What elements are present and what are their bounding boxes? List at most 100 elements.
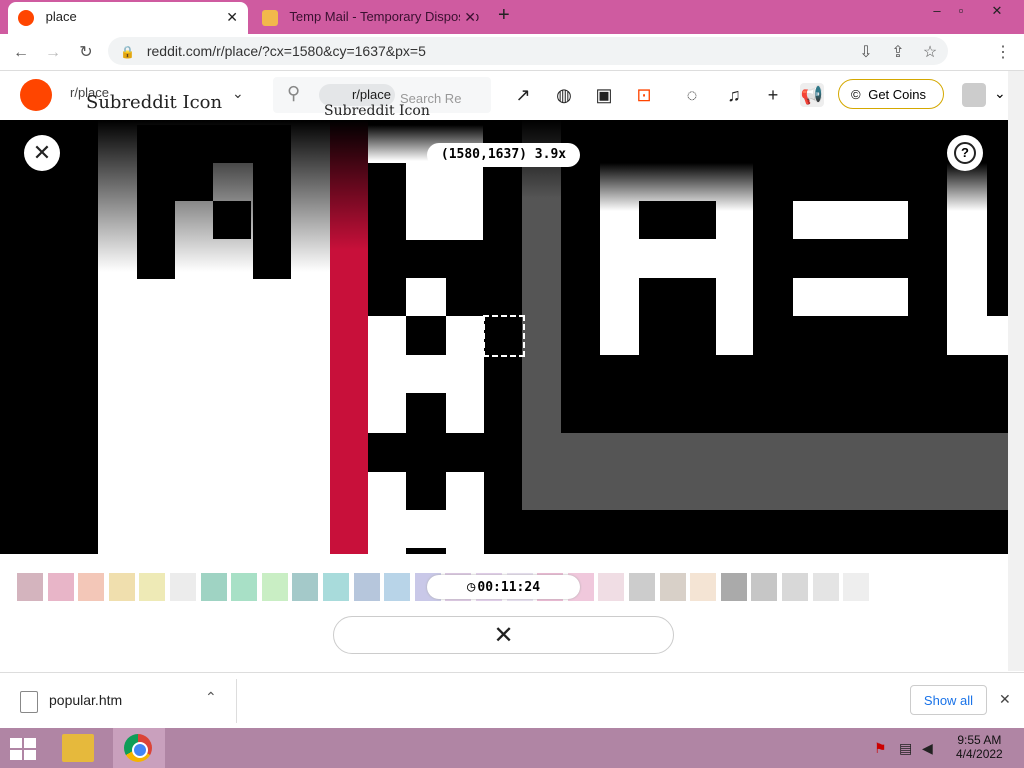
pixel-region — [213, 201, 251, 239]
forward-icon[interactable]: → — [42, 42, 64, 64]
color-swatch[interactable] — [353, 573, 380, 601]
reload-icon[interactable]: ↻ — [75, 42, 97, 64]
chevron-down-icon[interactable]: ⌄ — [232, 85, 244, 102]
advertise-icon[interactable]: 📢 — [800, 83, 824, 107]
file-icon — [20, 691, 38, 713]
color-swatch[interactable] — [690, 573, 717, 601]
bookmark-star-icon[interactable]: ☆ — [919, 42, 941, 64]
color-swatch[interactable] — [659, 573, 686, 601]
chevron-down-icon[interactable]: ⌄ — [994, 85, 1006, 102]
popular-icon[interactable]: ↗ — [511, 83, 535, 107]
close-icon[interactable]: ✕ — [24, 135, 60, 171]
chevron-up-icon[interactable]: ⌃ — [205, 689, 217, 706]
color-swatch[interactable] — [629, 573, 655, 601]
close-icon[interactable]: ✕ — [226, 2, 238, 32]
help-icon: ? — [954, 142, 976, 164]
color-palette: ◷ 00:11:24 ✕ — [0, 556, 1008, 671]
pixel-region — [175, 163, 213, 201]
reddit-logo[interactable] — [20, 79, 52, 111]
chat-icon[interactable]: ◌ — [680, 83, 704, 107]
flag-icon[interactable]: ⚑ — [874, 740, 887, 757]
pixel-region — [639, 201, 716, 239]
tab-place[interactable]: place ✕ — [8, 2, 248, 34]
search-chip-alt-text: Subreddit Icon — [324, 103, 430, 119]
color-swatch[interactable] — [231, 573, 258, 601]
clock[interactable]: 9:55 AM 4/4/2022 — [956, 733, 1003, 761]
time-text: 9:55 AM — [957, 733, 1002, 747]
chrome-taskbar-button[interactable] — [113, 728, 165, 768]
menu-icon[interactable]: ⋮ — [992, 42, 1014, 64]
show-all-button[interactable]: Show all — [910, 685, 987, 715]
notifications-icon[interactable]: ♫ — [722, 83, 746, 107]
close-icon[interactable]: ✕ — [999, 691, 1011, 708]
cancel-placement-button[interactable]: ✕ — [333, 616, 674, 654]
pixel-region — [406, 510, 446, 548]
get-coins-button[interactable]: © Get Coins — [838, 79, 944, 109]
pixel-region — [947, 163, 987, 355]
color-swatch[interactable] — [261, 573, 288, 601]
color-swatch[interactable] — [598, 573, 625, 601]
reddit-icon — [18, 9, 34, 26]
mod-icon[interactable]: ⊡ — [632, 83, 656, 107]
pixel-region — [793, 278, 908, 316]
color-swatch[interactable] — [323, 573, 349, 601]
color-swatch[interactable] — [720, 573, 747, 601]
color-swatch[interactable] — [170, 573, 196, 601]
pixel-region — [253, 125, 291, 279]
address-bar[interactable]: 🔒 reddit.com/r/place/?cx=1580&cy=1637&px… — [108, 37, 948, 65]
pixel-region — [368, 240, 483, 278]
all-icon[interactable]: ◍ — [552, 83, 576, 107]
get-coins-label: Get Coins — [868, 87, 927, 102]
new-tab-button[interactable]: + — [498, 4, 510, 27]
pixel-region — [368, 316, 406, 433]
color-swatch[interactable] — [384, 573, 411, 601]
video-icon[interactable]: ▣ — [592, 83, 616, 107]
network-icon[interactable]: ▤ — [899, 740, 912, 757]
color-swatch[interactable] — [47, 573, 74, 601]
color-swatch[interactable] — [782, 573, 808, 601]
file-explorer-icon[interactable] — [62, 734, 94, 762]
install-icon[interactable]: ⇩ — [855, 42, 877, 64]
restore-button[interactable]: ▫ — [945, 0, 977, 22]
pixel-region — [987, 316, 1008, 355]
start-windows-icon[interactable] — [10, 738, 36, 760]
help-button[interactable]: ? — [947, 135, 983, 171]
pixel-region — [446, 472, 484, 554]
tab-title: Temp Mail - Temporary Disposab — [289, 9, 480, 24]
pixel-region — [793, 201, 908, 239]
coin-icon: © — [851, 87, 861, 102]
close-window-button[interactable]: ✕ — [981, 0, 1013, 22]
date-text: 4/4/2022 — [956, 747, 1003, 761]
place-canvas[interactable]: ✕ (1580,1637) 3.9x ? — [0, 120, 1008, 554]
pixel-region — [368, 163, 406, 245]
url-text: reddit.com/r/place/?cx=1580&cy=1637&px=5 — [146, 43, 426, 59]
color-swatch[interactable] — [200, 573, 227, 601]
color-swatch[interactable] — [139, 573, 166, 601]
mail-icon — [262, 9, 278, 26]
tab-temp-mail[interactable]: Temp Mail - Temporary Disposab ✕ — [252, 2, 486, 34]
pixel-selection-reticle — [483, 315, 525, 357]
pixel-region — [368, 472, 406, 554]
color-swatch[interactable] — [751, 573, 778, 601]
divider — [236, 679, 237, 723]
timer-text: 00:11:24 — [477, 580, 541, 595]
download-bar: popular.htm ⌃ Show all ✕ — [0, 672, 1024, 729]
clock-icon: ◷ — [466, 579, 476, 595]
pixel-region — [406, 355, 446, 393]
back-icon[interactable]: ← — [10, 42, 32, 64]
download-filename[interactable]: popular.htm — [49, 692, 122, 708]
community-selector[interactable]: r/place Subreddit Icon — [70, 85, 230, 115]
create-post-icon[interactable]: + — [761, 83, 785, 107]
page-scrollbar[interactable] — [1008, 71, 1024, 671]
color-swatch[interactable] — [812, 573, 839, 601]
volume-icon[interactable]: ◀ — [922, 740, 933, 757]
color-swatch[interactable] — [108, 573, 135, 601]
color-swatch[interactable] — [843, 573, 870, 601]
color-swatch[interactable] — [17, 573, 43, 601]
color-swatch[interactable] — [292, 573, 319, 601]
avatar[interactable] — [962, 83, 986, 107]
share-icon[interactable]: ⇪ — [887, 42, 909, 64]
close-icon[interactable]: ✕ — [460, 2, 476, 32]
color-swatch[interactable] — [78, 573, 105, 601]
pixel-region — [446, 316, 484, 433]
